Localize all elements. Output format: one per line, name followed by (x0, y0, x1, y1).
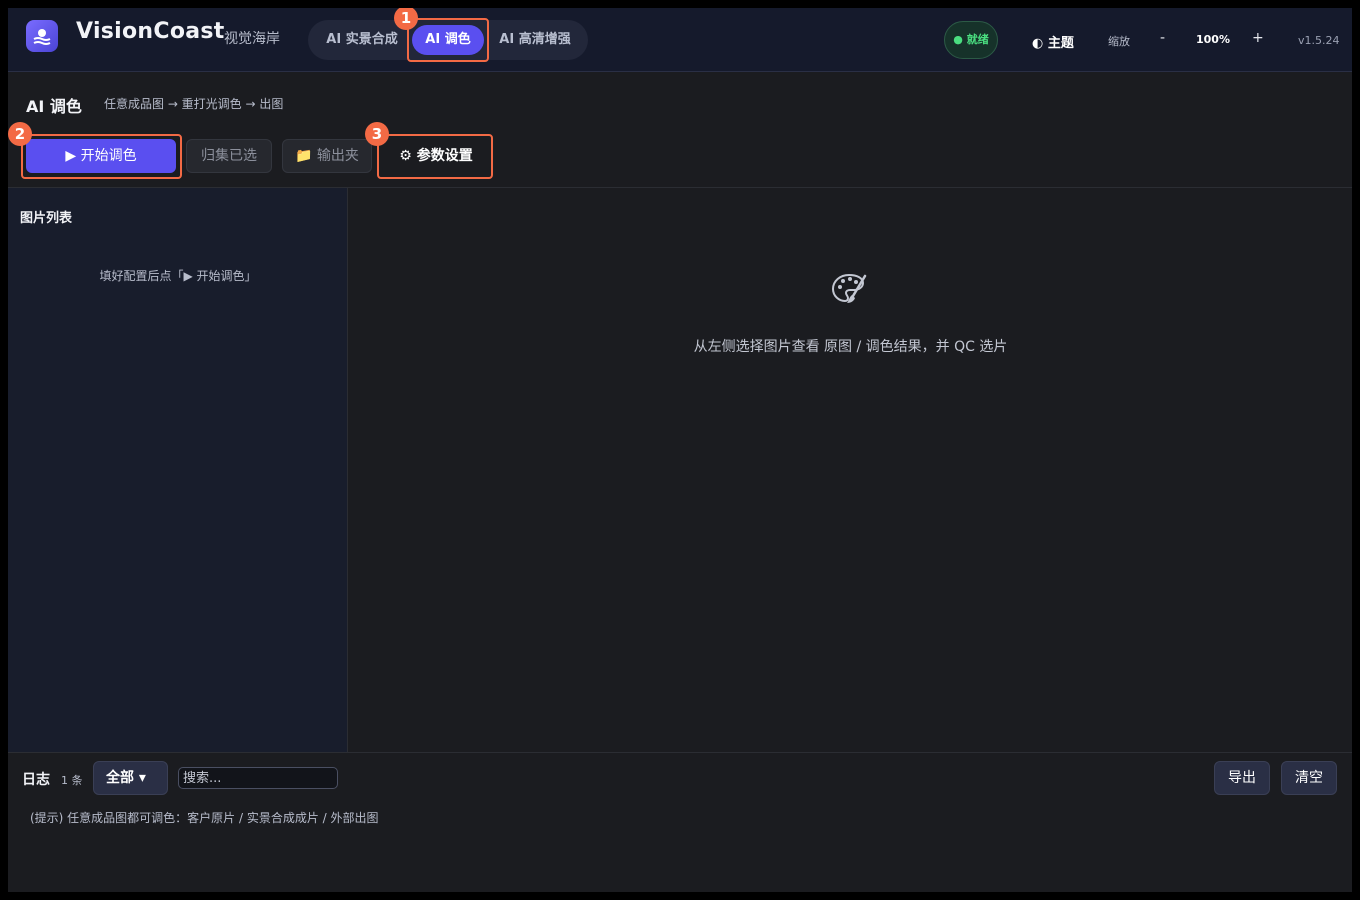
top-bar: VisionCoast 视觉海岸 AI 实景合成 AI 调色 AI 高清增强 ●… (8, 8, 1352, 72)
version-label: v1.5.24 (1298, 34, 1340, 47)
tab-ai-color-grade[interactable]: AI 调色 (412, 25, 484, 55)
start-color-grade-button[interactable]: ▶ 开始调色 (26, 139, 176, 173)
log-panel: 日志 1 条 全部 ▾ 导出 清空 (提示) 任意成品图都可调色：客户原片 / … (8, 752, 1352, 892)
image-list-panel: 图片列表 填好配置后点「▶ 开始调色」 (8, 188, 348, 752)
theme-toggle[interactable]: ◐ 主题 (1032, 32, 1074, 51)
brand-name: VisionCoast (76, 19, 225, 44)
annotation-badge-3: 3 (365, 122, 389, 146)
log-count: 1 条 (61, 774, 83, 787)
tab-ai-upscale[interactable]: AI 高清增强 (490, 25, 580, 55)
output-folder-button[interactable]: 📁 输出夹 (282, 139, 372, 173)
mode-tabs: AI 实景合成 AI 调色 AI 高清增强 (308, 20, 588, 60)
image-list-empty-hint: 填好配置后点「▶ 开始调色」 (99, 269, 257, 283)
export-log-button[interactable]: 导出 (1214, 761, 1270, 795)
settings-button[interactable]: ⚙ 参数设置 (382, 139, 490, 173)
page-title: AI 调色 (26, 97, 82, 116)
annotation-badge-2: 2 (8, 122, 32, 146)
log-search-input[interactable] (178, 767, 338, 789)
page-description: 任意成品图 → 重打光调色 → 出图 (104, 97, 284, 111)
log-entry: (提示) 任意成品图都可调色：客户原片 / 实景合成成片 / 外部出图 (30, 811, 379, 825)
zoom-out-button[interactable]: - (1160, 30, 1165, 46)
zoom-value: 100% (1196, 33, 1230, 46)
log-filter-select[interactable]: 全部 ▾ (93, 761, 168, 795)
status-badge: ● 就绪 (944, 21, 998, 59)
tab-ai-compose[interactable]: AI 实景合成 (316, 25, 408, 55)
preview-empty-hint: 从左侧选择图片查看 原图 / 调色结果，并 QC 选片 (693, 339, 1008, 355)
palette-icon (829, 270, 869, 314)
preview-panel: 从左侧选择图片查看 原图 / 调色结果，并 QC 选片 (349, 188, 1352, 752)
clear-log-button[interactable]: 清空 (1281, 761, 1337, 795)
app-window: VisionCoast 视觉海岸 AI 实景合成 AI 调色 AI 高清增强 ●… (8, 8, 1352, 892)
brand-subtitle: 视觉海岸 (224, 31, 280, 47)
app-logo-icon (26, 20, 58, 52)
image-list-title: 图片列表 (20, 211, 73, 226)
zoom-in-button[interactable]: + (1252, 30, 1264, 46)
zoom-label: 缩放 (1108, 35, 1130, 48)
collect-selected-button[interactable]: 归集已选 (186, 139, 272, 173)
log-title: 日志 (22, 772, 50, 788)
